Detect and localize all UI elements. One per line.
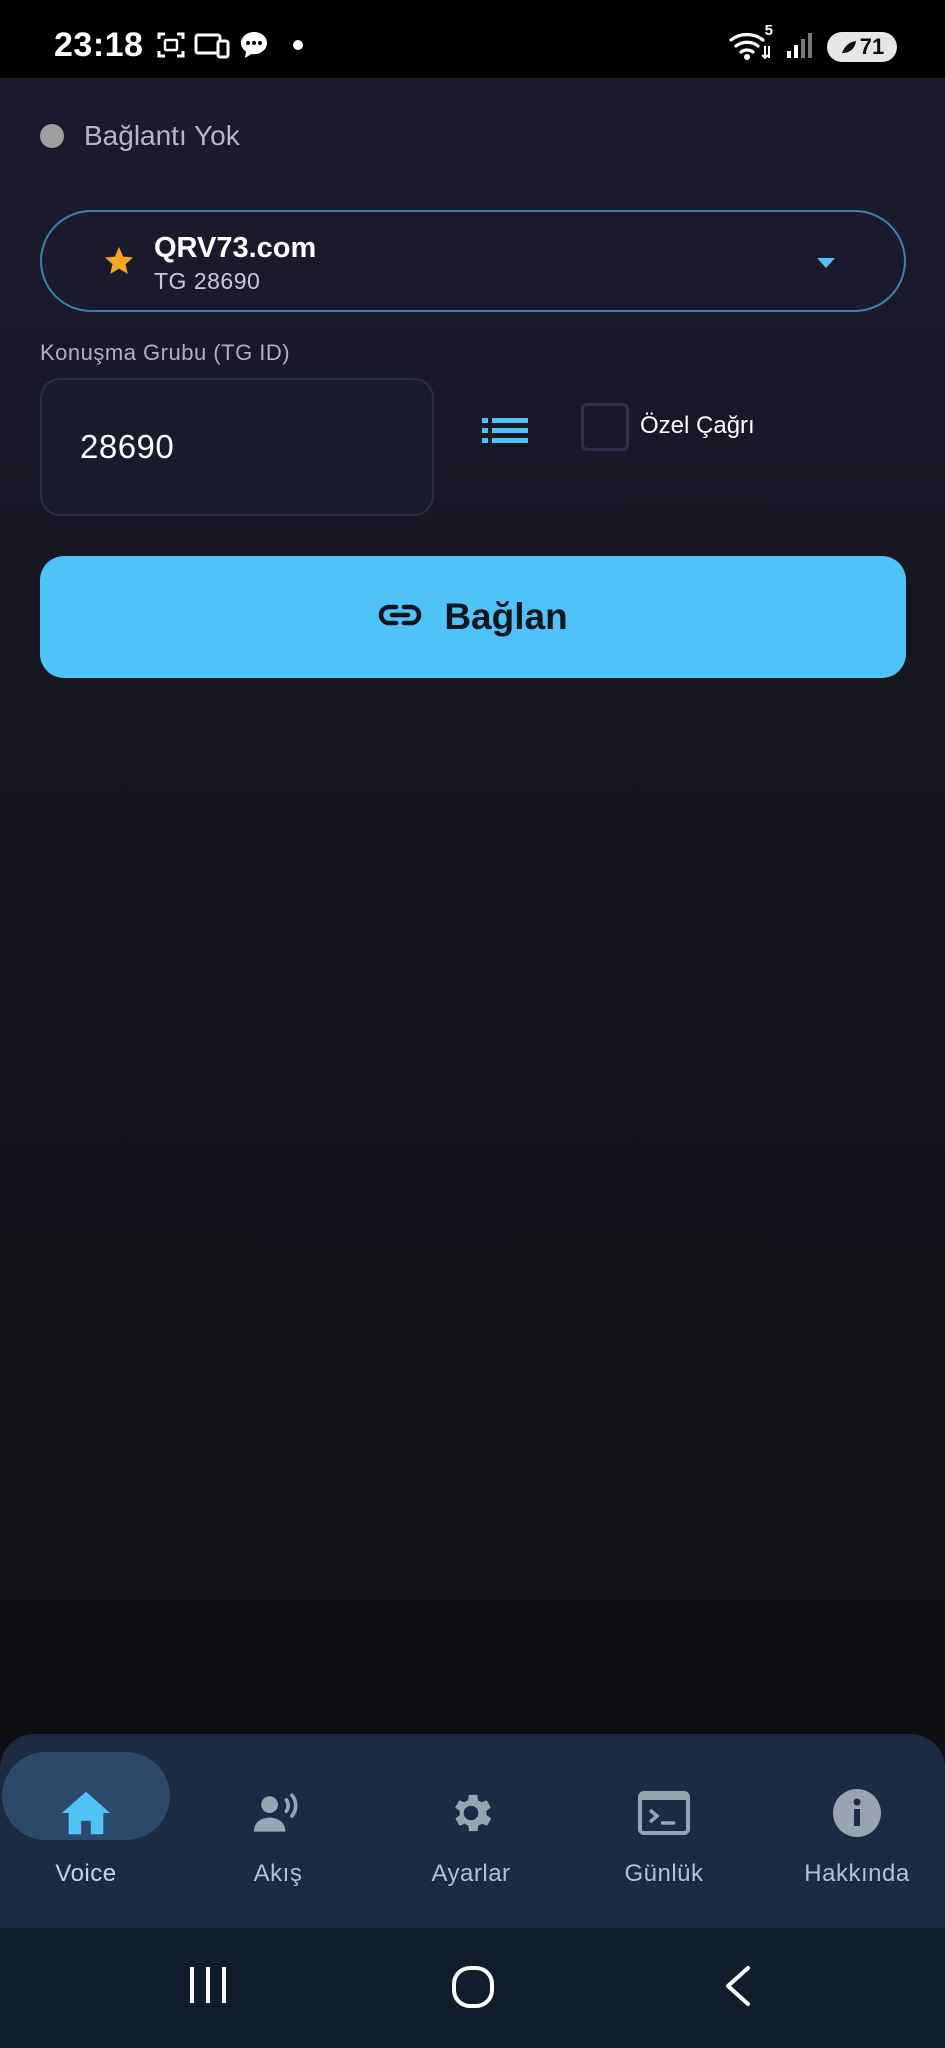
- dropdown-caret-icon: [816, 256, 836, 274]
- battery-icon: 71: [827, 32, 897, 62]
- back-button[interactable]: [722, 1964, 754, 2013]
- talkgroup-input[interactable]: 28690: [40, 378, 434, 516]
- home-icon: [59, 1786, 113, 1840]
- nav-item-akis[interactable]: Akış: [198, 1764, 358, 1894]
- status-system-icons: 5 71: [729, 22, 897, 67]
- link-icon: [378, 603, 422, 632]
- nav-item-gunluk[interactable]: Günlük: [584, 1764, 744, 1894]
- back-icon: [722, 1964, 754, 2013]
- chat-icon: [238, 29, 270, 66]
- recents-button[interactable]: [186, 1964, 230, 2011]
- private-call-label: Özel Çağrı: [640, 412, 755, 439]
- server-dropdown[interactable]: QRV73.com TG 28690: [40, 210, 906, 312]
- private-call-checkbox[interactable]: [581, 403, 629, 451]
- status-bar: 23:18 5 71: [0, 0, 945, 78]
- star-icon: [102, 244, 136, 283]
- nav-item-ayarlar[interactable]: Ayarlar: [391, 1764, 551, 1894]
- wifi-icon: 5: [729, 22, 773, 67]
- nav-label-voice: Voice: [55, 1860, 117, 1887]
- status-notification-icons: [156, 30, 304, 64]
- connect-button[interactable]: Bağlan: [40, 556, 906, 678]
- talkgroup-list-button[interactable]: [478, 410, 534, 456]
- speaker-person-icon: [251, 1786, 305, 1840]
- gear-icon: [444, 1786, 498, 1840]
- screenshot-icon: [156, 30, 186, 65]
- nav-label-gunluk: Günlük: [624, 1860, 704, 1887]
- nav-item-hakkinda[interactable]: Hakkında: [777, 1764, 937, 1894]
- recents-icon: [186, 1964, 230, 2011]
- dot-icon: [292, 38, 304, 56]
- connect-button-label: Bağlan: [444, 596, 568, 637]
- bottom-navigation: Voice Akış Ayarlar Günlük Hakkında: [0, 1734, 945, 1928]
- signal-icon: [785, 30, 815, 65]
- talkgroup-label: Konuşma Grubu (TG ID): [40, 340, 291, 365]
- home-system-button[interactable]: [450, 1964, 496, 2015]
- connection-status: Bağlantı Yok: [40, 120, 240, 152]
- nav-label-akis: Akış: [253, 1860, 303, 1887]
- server-name: QRV73.com: [154, 232, 317, 264]
- status-dot-icon: [40, 124, 64, 148]
- nav-item-voice[interactable]: Voice: [6, 1764, 166, 1894]
- info-icon: [830, 1786, 884, 1840]
- wifi-badge: 5: [764, 21, 773, 39]
- battery-level: 71: [859, 34, 885, 59]
- nav-label-ayarlar: Ayarlar: [431, 1860, 511, 1887]
- cast-icon: [194, 30, 230, 65]
- home-circle-icon: [450, 1964, 496, 2015]
- nav-label-hakkinda: Hakkında: [804, 1860, 910, 1887]
- terminal-icon: [637, 1786, 691, 1840]
- list-icon: [482, 416, 530, 451]
- server-talkgroup: TG 28690: [154, 268, 261, 294]
- app-content: Bağlantı Yok QRV73.com TG 28690 Konuşma …: [0, 78, 945, 1734]
- connection-status-text: Bağlantı Yok: [84, 120, 240, 151]
- status-time: 23:18: [54, 26, 144, 64]
- system-navigation-bar: [0, 1928, 945, 2048]
